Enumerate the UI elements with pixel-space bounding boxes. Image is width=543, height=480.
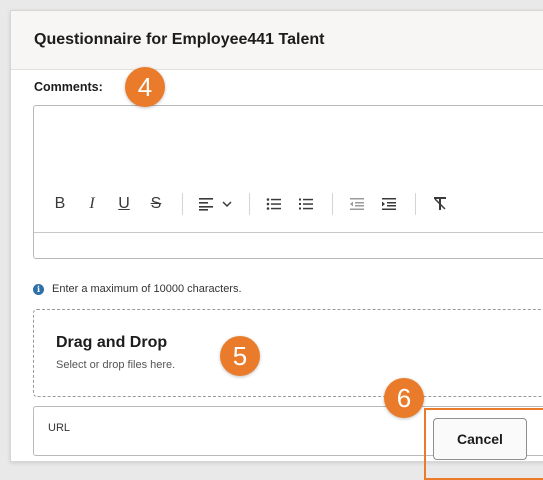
character-limit-hint: i Enter a maximum of 10000 characters. (33, 283, 242, 295)
align-dropdown-button[interactable] (195, 191, 235, 217)
comments-editor: B I U S (33, 105, 543, 259)
comments-label: Comments: (34, 80, 103, 94)
dropzone-title: Drag and Drop (56, 334, 168, 351)
comments-text-area[interactable] (34, 106, 543, 180)
toolbar-divider (332, 193, 333, 215)
strikethrough-icon: S (150, 195, 162, 212)
bulleted-list-button[interactable] (262, 191, 286, 217)
info-icon: i (33, 283, 44, 295)
clear-formatting-button[interactable] (428, 191, 452, 217)
bold-button[interactable]: B (48, 191, 72, 217)
italic-button[interactable]: I (80, 191, 104, 217)
indent-button[interactable] (377, 191, 401, 217)
editor-footer-divider (34, 232, 543, 233)
dropzone-subtitle: Select or drop files here. (56, 359, 176, 371)
strikethrough-button[interactable]: S (144, 191, 168, 217)
dialog-header: Questionnaire for Employee441 Talent (11, 11, 543, 70)
hint-text: Enter a maximum of 10000 characters. (52, 283, 242, 295)
step-badge-5: 5 (220, 336, 260, 376)
underline-button[interactable]: U (112, 191, 136, 217)
numbered-list-button[interactable] (294, 191, 318, 217)
align-left-icon (199, 198, 213, 211)
editor-toolbar: B I U S (48, 190, 460, 218)
toolbar-divider (415, 193, 416, 215)
indent-icon (382, 198, 396, 210)
outdent-icon (350, 198, 364, 210)
bold-icon: B (54, 195, 66, 212)
step-badge-6: 6 (384, 378, 424, 418)
outdent-button[interactable] (345, 191, 369, 217)
cancel-button[interactable]: Cancel (433, 418, 527, 460)
toolbar-divider (182, 193, 183, 215)
questionnaire-dialog: Questionnaire for Employee441 Talent Com… (10, 10, 543, 462)
toolbar-divider (249, 193, 250, 215)
bulleted-list-icon (266, 198, 281, 210)
dialog-title: Questionnaire for Employee441 Talent (34, 31, 325, 48)
file-dropzone[interactable]: Drag and Drop Select or drop files here. (33, 309, 543, 397)
underline-icon: U (118, 195, 130, 212)
numbered-list-icon (299, 198, 313, 210)
step-badge-4: 4 (125, 67, 165, 107)
italic-icon: I (89, 195, 95, 212)
clear-formatting-icon (434, 197, 446, 210)
chevron-down-icon (222, 201, 232, 208)
url-input[interactable] (46, 415, 350, 441)
